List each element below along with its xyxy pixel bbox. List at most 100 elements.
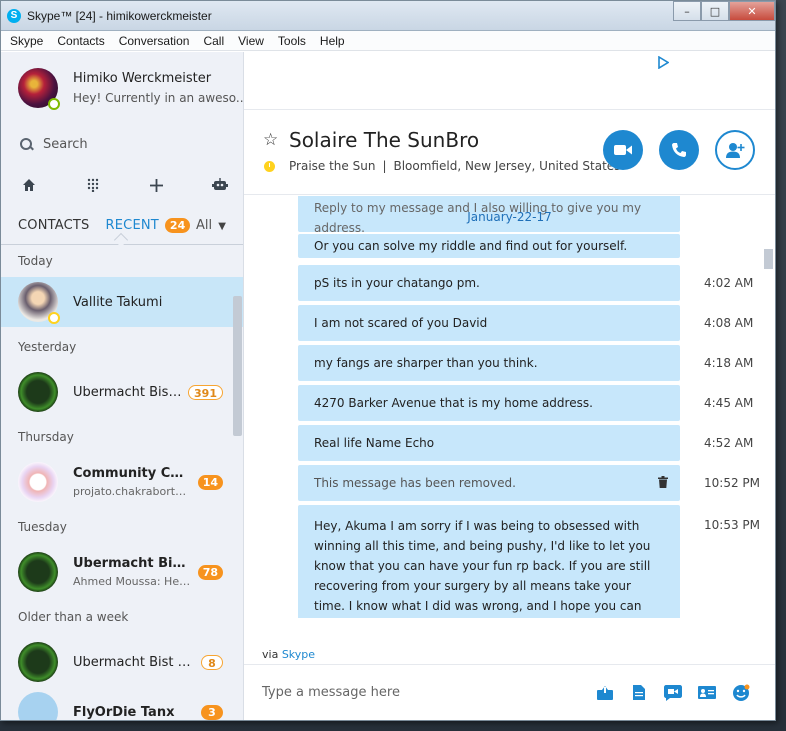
section-header: Thursday [18,430,74,444]
tab-recent[interactable]: RECENT [106,218,159,233]
sidebar: Himiko Werckmeister Hey! Currently in an… [1,52,244,720]
dialpad-icon[interactable] [83,175,103,195]
message-time: 4:52 AM [704,436,754,450]
video-camera-icon [614,145,632,155]
menu-conversation[interactable]: Conversation [112,34,197,48]
profile-avatar[interactable] [18,68,60,110]
app-body: Himiko Werckmeister Hey! Currently in an… [1,52,775,720]
menu-call[interactable]: Call [196,34,231,48]
message-scrollbar[interactable] [764,249,773,269]
phone-icon [672,143,686,157]
list-item[interactable]: Übermacht Bist... Ahmed Moussa: Hel... 7… [1,547,243,597]
close-button[interactable]: ✕ [729,1,775,21]
message-bubble[interactable]: my fangs are sharper than you think. 4:1… [298,345,753,381]
trash-icon[interactable] [658,475,668,491]
message-bubble[interactable]: pS its in your chatango pm. 4:02 AM [298,265,753,301]
emoticon-icon[interactable] [731,683,751,703]
video-message-icon[interactable] [663,683,683,703]
via-skype-link[interactable]: Skype [282,648,315,661]
star-icon[interactable]: ☆ [263,130,278,150]
bot-icon[interactable] [210,175,230,195]
list-item[interactable]: FlyOrDie Tanx 3 [1,687,243,720]
message-text: Or you can solve my riddle and find out … [314,239,628,253]
message-preview: Ahmed Moussa: Hel... [73,575,192,588]
voice-call-button[interactable] [659,130,699,170]
list-item-text: Übermacht Bist... Ahmed Moussa: Hel... [73,556,192,588]
unread-badge: 8 [201,654,223,670]
search-icon [20,137,33,151]
contact-name: Vallite Takumi [73,294,163,310]
document-icon[interactable] [629,683,649,703]
menu-help[interactable]: Help [313,34,352,48]
avatar [18,552,58,592]
message-bubble[interactable]: Real life Name Echo 4:52 AM [298,425,753,461]
profile-text: Himiko Werckmeister Hey! Currently in an… [73,71,243,105]
clock-icon [264,160,275,172]
window-controls: – □ ✕ [673,1,775,23]
video-call-button[interactable] [603,130,643,170]
list-item-text: Übermacht Bist Rein [73,655,195,670]
skype-window: S Skype™ [24] - himikowerckmeister – □ ✕… [0,0,776,721]
compose-bar: Type a message here [244,664,775,720]
contact-location: Bloomfield, New Jersey, United States [393,159,621,173]
message-text: my fangs are sharper than you think. [314,356,538,370]
list-item-text: Übermacht Bist R... [73,385,182,400]
maximize-button[interactable]: □ [701,1,729,21]
recent-list: Today Vallite Takumi Yesterday Übermacht… [1,245,243,720]
message-bubble[interactable]: Or you can solve my riddle and find out … [298,234,680,258]
profile-card[interactable]: Himiko Werckmeister Hey! Currently in an… [1,52,243,124]
message-bubble[interactable]: This message has been removed. 10:52 PM [298,465,760,501]
message-text: 4270 Barker Avenue that is my home addre… [314,396,593,410]
add-user-icon [726,143,745,158]
contact-name: Community Chat... [73,466,192,481]
profile-mood[interactable]: Hey! Currently in an aweso... [73,91,243,105]
skype-logo-icon: S [7,8,21,23]
message-input[interactable]: Type a message here [262,685,400,700]
search-input[interactable]: Search [1,124,243,164]
filter-dropdown[interactable]: All ▼ [196,218,226,233]
tab-contacts[interactable]: CONTACTS [18,218,90,233]
list-item[interactable]: Übermacht Bist R... 391 [1,367,243,417]
message-time: 4:08 AM [704,316,754,330]
compose-tools [595,683,775,703]
message-bubble[interactable]: Hey, Akuma I am sorry if I was being to … [298,505,760,618]
section-header: Yesterday [18,340,77,354]
contact-card-icon[interactable] [697,683,717,703]
date-separator: January-22-17 [467,210,552,224]
list-item-text: FlyOrDie Tanx [73,705,195,720]
section-header: Tuesday [18,520,67,534]
conversation-pane: ☆ Solaire The SunBro Praise the Sun | Bl… [244,52,775,720]
title-bar[interactable]: S Skype™ [24] - himikowerckmeister – □ ✕ [1,1,775,31]
away-status-icon [48,312,60,324]
conversation-header: ☆ Solaire The SunBro Praise the Sun | Bl… [244,110,775,195]
send-file-icon[interactable] [595,683,615,703]
message-preview: projato.chakraborty:... [73,485,192,498]
menu-skype[interactable]: Skype [3,34,50,48]
home-icon[interactable] [19,175,39,195]
list-item[interactable]: Übermacht Bist Rein 8 [1,637,243,687]
contact-tabs: CONTACTS RECENT 24 All ▼ [1,206,243,248]
menu-view[interactable]: View [231,34,271,48]
message-bubble[interactable]: I am not scared of you David 4:08 AM [298,305,753,341]
menu-contacts[interactable]: Contacts [50,34,111,48]
avatar [18,462,58,502]
message-list: Reply to my message and I also willing t… [244,196,775,618]
contact-name: Übermacht Bist Rein [73,654,195,670]
sidebar-scrollbar[interactable] [233,296,242,436]
list-item[interactable]: Vallite Takumi [1,277,243,327]
message-bubble[interactable]: 4270 Barker Avenue that is my home addre… [298,385,753,421]
contact-name: Übermacht Bist R... [73,384,182,400]
message-time: 10:52 PM [704,476,760,490]
contact-name: FlyOrDie Tanx [73,704,175,720]
add-participant-button[interactable] [715,130,755,170]
menu-tools[interactable]: Tools [271,34,313,48]
plus-icon[interactable] [146,175,166,195]
minimize-button[interactable]: – [673,1,701,21]
unread-badge: 78 [197,564,223,580]
profile-name: Himiko Werckmeister [73,71,212,86]
list-item[interactable]: Community Chat... projato.chakraborty:..… [1,457,243,507]
message-text: This message has been removed. [314,476,516,490]
sidebar-toolbar [1,164,243,206]
via-prefix: via [262,648,279,661]
ad-choices-icon[interactable] [657,55,670,72]
